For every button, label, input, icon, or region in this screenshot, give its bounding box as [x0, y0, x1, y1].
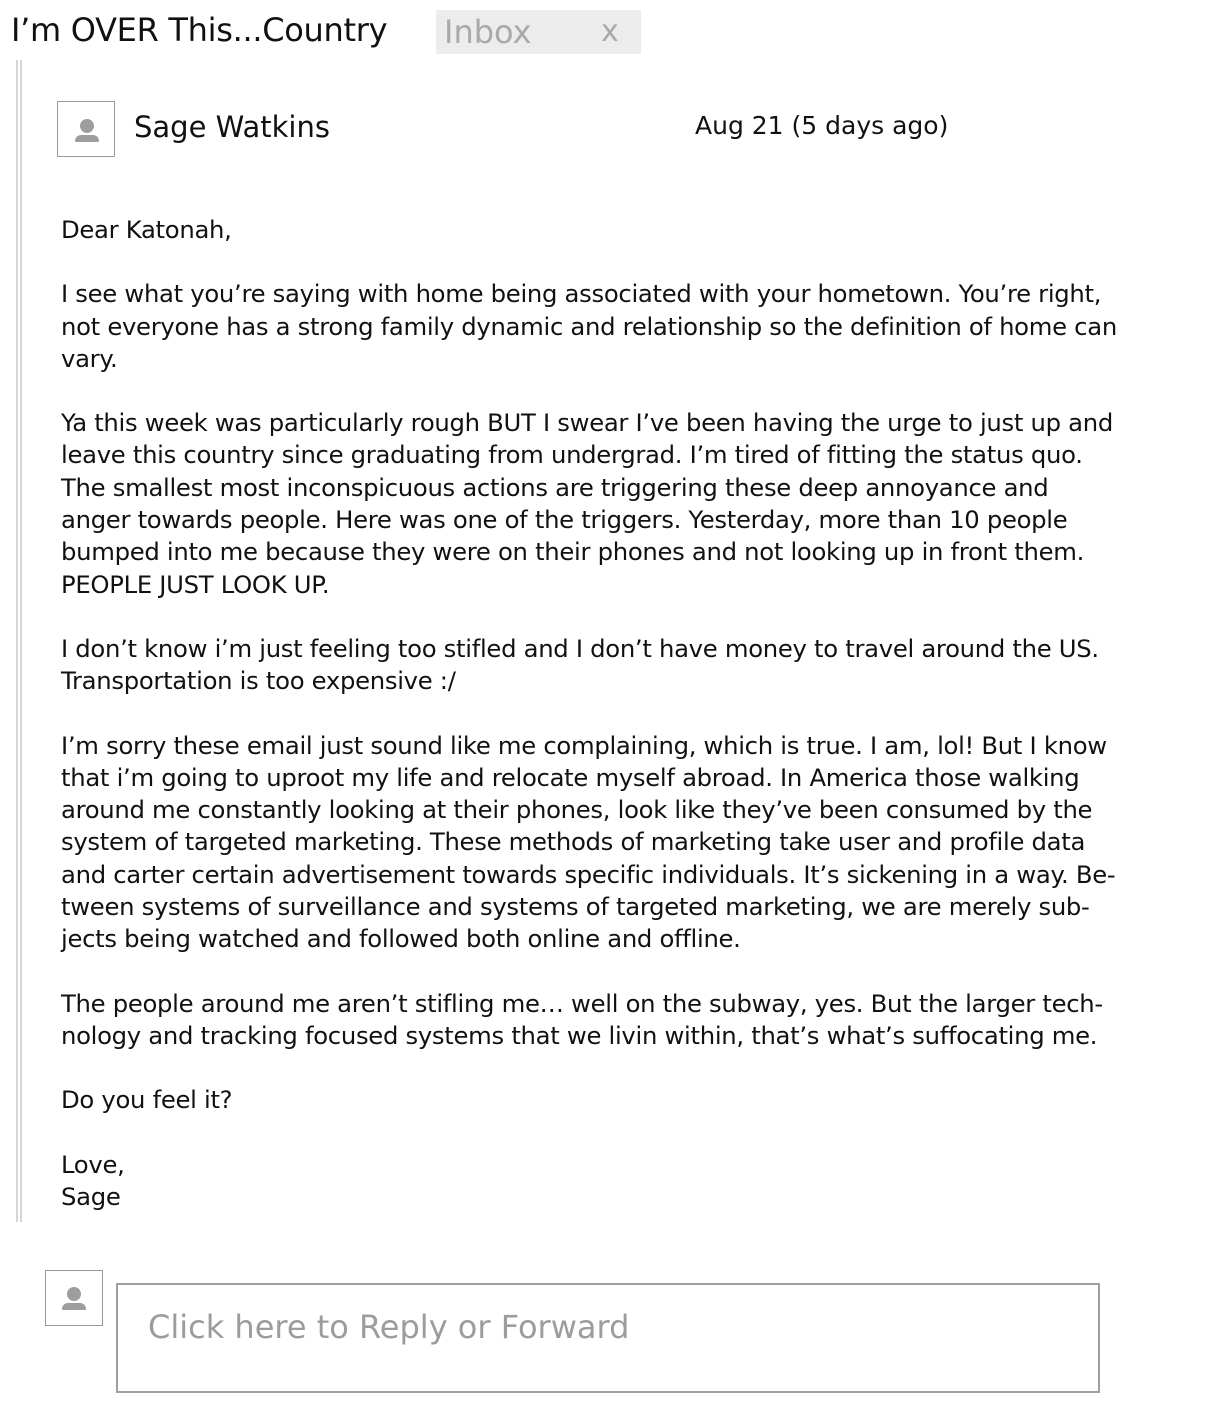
body-paragraph: I’m sorry these email just sound like me… — [61, 730, 1116, 954]
reply-input[interactable]: Click here to Reply or Forward — [116, 1283, 1100, 1393]
sender-name[interactable]: Sage Watkins — [134, 107, 330, 147]
message-date: Aug 21 (5 days ago) — [695, 111, 949, 140]
greeting: Dear Katonah, — [61, 215, 232, 244]
person-icon — [67, 1287, 81, 1301]
body-paragraph: I don’t know i’m just feeling too stifle… — [61, 633, 1099, 696]
inbox-label-chip: Inbox x — [436, 10, 641, 54]
message-body: Dear Katonah, I see what you’re saying w… — [61, 214, 1141, 1245]
person-icon — [80, 119, 94, 133]
body-paragraph: Do you feel it? — [61, 1085, 233, 1115]
email-subject: I’m OVER This...Country — [11, 11, 388, 49]
thread-indicator — [16, 60, 22, 1222]
remove-label-button[interactable]: x — [601, 10, 619, 54]
body-paragraph: Ya this week was particularly rough BUT … — [61, 408, 1113, 599]
inbox-label[interactable]: Inbox — [444, 10, 532, 54]
body-paragraph: The people around me aren’t stifling me…… — [61, 988, 1103, 1050]
body-paragraph: I see what you’re saying with home being… — [61, 279, 1117, 373]
current-user-avatar — [45, 1270, 103, 1326]
signoff: Love, Sage — [61, 1149, 125, 1211]
sender-avatar — [57, 101, 115, 157]
reply-placeholder: Click here to Reply or Forward — [148, 1308, 630, 1346]
